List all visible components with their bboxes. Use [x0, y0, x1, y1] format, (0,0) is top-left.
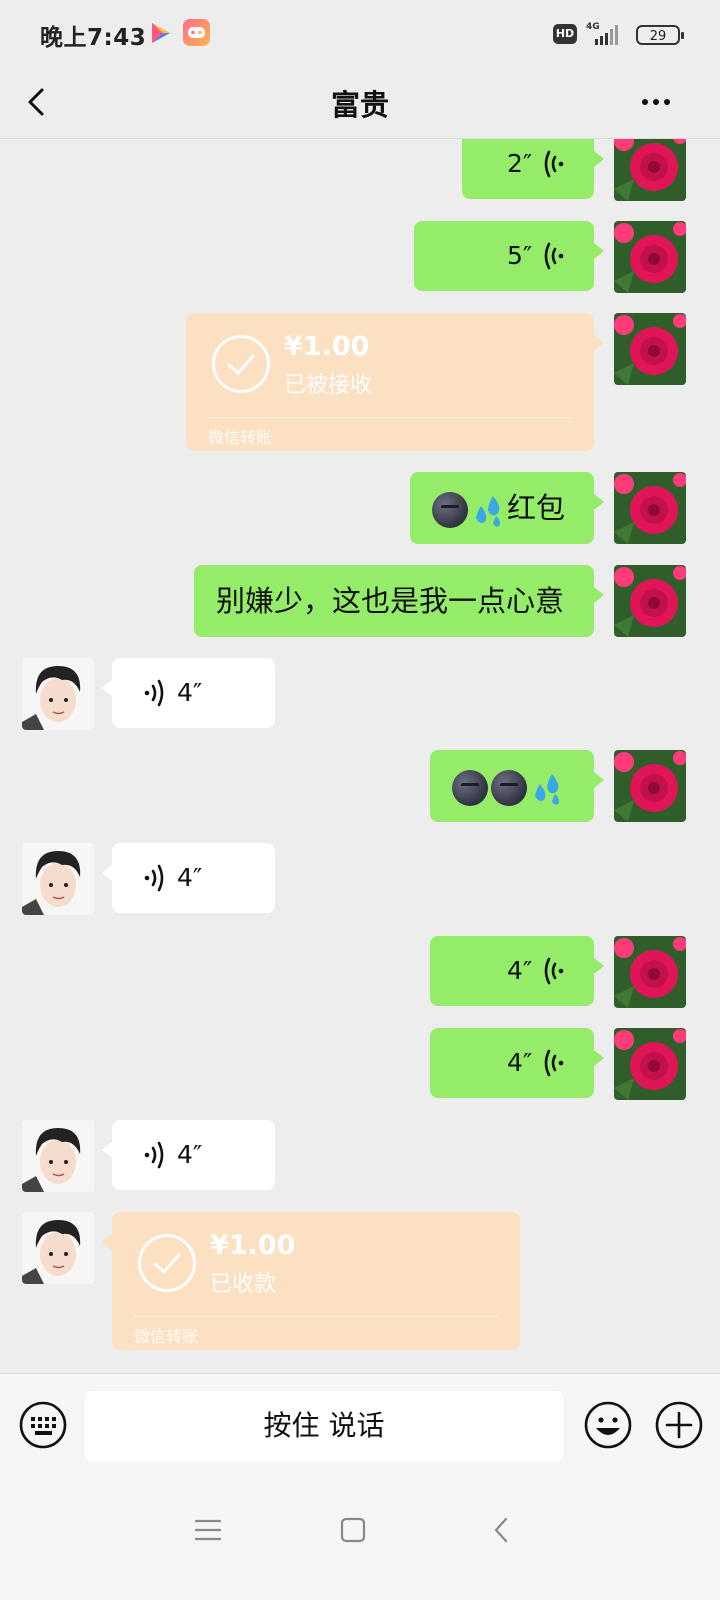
- transfer-status: 已收款: [210, 1272, 277, 1297]
- home-icon[interactable]: [333, 1510, 373, 1550]
- voice-message[interactable]: 5″: [414, 221, 604, 291]
- signal-icon: 4G: [586, 22, 618, 45]
- chat-title: 富贵: [330, 88, 389, 122]
- self-avatar[interactable]: [614, 565, 686, 637]
- new-moon-face-icon: [452, 770, 488, 806]
- voice-message[interactable]: 2″: [462, 139, 604, 199]
- chat-area[interactable]: 2″ 5″ ¥1.00 已被接收 微信转账 红包 别嫌少，这也是我一点心意 4″…: [0, 139, 720, 1373]
- voice-wave-icon: [544, 1049, 564, 1077]
- transfer-amount: ¥1.00: [284, 331, 370, 362]
- contact-avatar[interactable]: [22, 843, 94, 915]
- voice-wave-icon: [544, 957, 564, 985]
- voice-message[interactable]: 4″: [430, 936, 604, 1006]
- emoji-icon[interactable]: [583, 1400, 633, 1450]
- battery-icon: 29: [636, 25, 684, 45]
- voice-duration: 4″: [177, 1140, 203, 1169]
- boy-avatar-icon: [22, 843, 94, 915]
- new-moon-face-icon: [491, 770, 527, 806]
- contact-avatar[interactable]: [22, 658, 94, 730]
- voice-duration: 5″: [507, 241, 533, 270]
- message-text: 红包: [507, 491, 566, 525]
- message-text: 别嫌少，这也是我一点心意: [216, 584, 565, 618]
- network-label: 4G: [586, 22, 600, 32]
- back-icon[interactable]: [482, 1510, 522, 1550]
- voice-message[interactable]: 4″: [430, 1028, 604, 1098]
- rose-avatar-icon: [614, 936, 686, 1008]
- voice-wave-icon: [144, 1141, 164, 1169]
- contact-avatar[interactable]: [22, 1212, 94, 1284]
- text-message[interactable]: 红包: [410, 472, 604, 544]
- voice-wave-icon: [144, 864, 164, 892]
- voice-duration: 4″: [177, 678, 203, 707]
- voice-wave-icon: [144, 679, 164, 707]
- more-icon[interactable]: [640, 84, 680, 120]
- rose-avatar-icon: [614, 139, 686, 201]
- hold-to-talk-button[interactable]: 按住 说话: [85, 1391, 563, 1461]
- voice-wave-icon: [544, 242, 564, 270]
- check-circle-icon: [212, 335, 270, 393]
- divider: [208, 417, 572, 418]
- transfer-card[interactable]: ¥1.00 已被接收 微信转账: [186, 313, 604, 451]
- hd-icon: HD: [553, 24, 577, 44]
- rose-avatar-icon: [614, 221, 686, 293]
- self-avatar[interactable]: [614, 139, 686, 201]
- transfer-footer: 微信转账: [208, 428, 273, 447]
- voice-duration: 4″: [507, 956, 533, 985]
- voice-duration: 2″: [507, 149, 533, 178]
- voice-message[interactable]: 4″: [102, 1120, 275, 1190]
- rose-avatar-icon: [614, 565, 686, 637]
- status-bar: 晚上7:43 HD 4G 29: [0, 0, 720, 66]
- rose-avatar-icon: [614, 750, 686, 822]
- status-time: 晚上7:43: [40, 25, 147, 51]
- divider: [134, 1316, 498, 1317]
- emoji-message[interactable]: [430, 750, 604, 822]
- plus-icon[interactable]: [654, 1400, 704, 1450]
- transfer-status: 已被接收: [284, 373, 373, 398]
- voice-message[interactable]: 4″: [102, 843, 275, 913]
- voice-duration: 4″: [507, 1048, 533, 1077]
- contact-avatar[interactable]: [22, 1120, 94, 1192]
- voice-message[interactable]: 4″: [102, 658, 275, 728]
- chat-header: 富贵: [0, 66, 720, 139]
- boy-avatar-icon: [22, 658, 94, 730]
- system-navigation-bar: [0, 1476, 720, 1600]
- new-moon-face-icon: [432, 492, 468, 528]
- check-circle-icon: [138, 1234, 196, 1292]
- play-store-icon: [152, 23, 170, 43]
- self-avatar[interactable]: [614, 313, 686, 385]
- self-avatar[interactable]: [614, 1028, 686, 1100]
- boy-avatar-icon: [22, 1120, 94, 1192]
- self-avatar[interactable]: [614, 472, 686, 544]
- self-avatar[interactable]: [614, 936, 686, 1008]
- keyboard-icon[interactable]: [18, 1400, 68, 1450]
- self-avatar[interactable]: [614, 221, 686, 293]
- voice-duration: 4″: [177, 863, 203, 892]
- sweat-droplets-icon: [476, 496, 500, 527]
- voice-wave-icon: [544, 150, 564, 178]
- game-center-icon: [183, 19, 210, 46]
- input-bar: 按住 说话: [0, 1373, 720, 1476]
- menu-icon[interactable]: [188, 1510, 228, 1550]
- rose-avatar-icon: [614, 472, 686, 544]
- transfer-amount: ¥1.00: [210, 1230, 296, 1261]
- text-message[interactable]: 别嫌少，这也是我一点心意: [194, 565, 604, 637]
- transfer-footer: 微信转账: [134, 1327, 199, 1346]
- rose-avatar-icon: [614, 1028, 686, 1100]
- sweat-droplets-icon: [535, 774, 559, 805]
- self-avatar[interactable]: [614, 750, 686, 822]
- boy-avatar-icon: [22, 1212, 94, 1284]
- rose-avatar-icon: [614, 313, 686, 385]
- transfer-card[interactable]: ¥1.00 已收款 微信转账: [102, 1212, 520, 1350]
